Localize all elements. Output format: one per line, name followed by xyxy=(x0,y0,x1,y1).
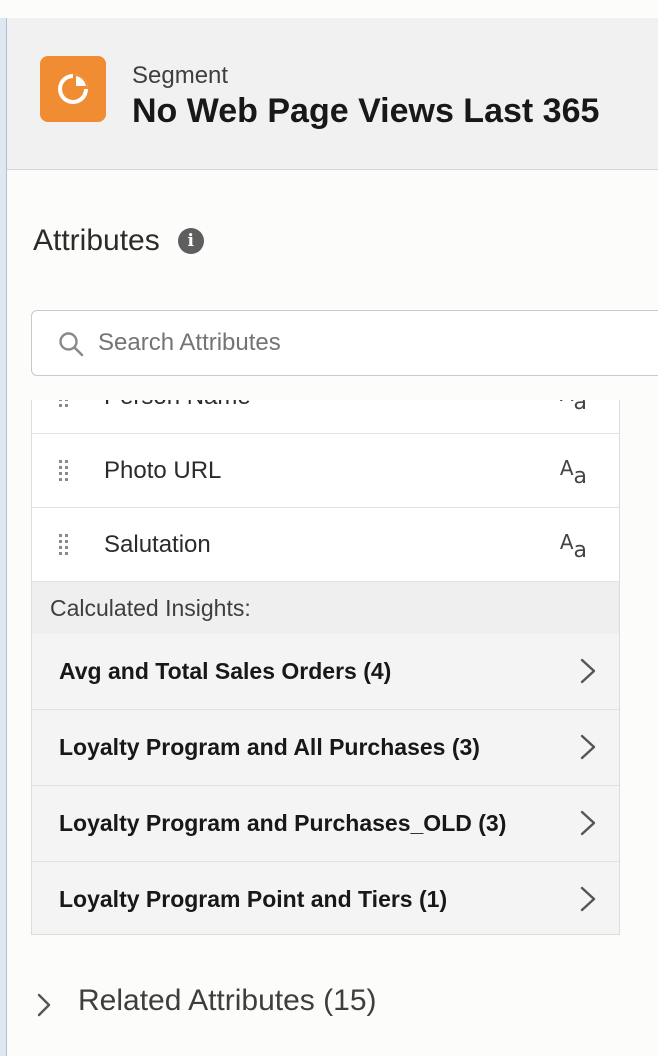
search-icon xyxy=(59,332,84,357)
calculated-insights-label: Calculated Insights: xyxy=(32,582,619,634)
left-border-line xyxy=(6,18,7,1056)
attribute-label: Photo URL xyxy=(104,457,222,484)
search-attributes-box xyxy=(31,310,658,376)
calculated-insight-avg-total-sales[interactable]: Avg and Total Sales Orders (4) xyxy=(32,634,619,710)
attribute-label: Person Name xyxy=(104,400,251,411)
attributes-heading: Attributes i xyxy=(33,224,204,258)
attributes-heading-label: Attributes xyxy=(33,224,160,257)
chevron-right-icon xyxy=(37,993,51,1017)
attributes-list: Person Name Aa Photo URL Aa xyxy=(31,400,620,935)
attribute-row-person-name[interactable]: Person Name Aa xyxy=(32,400,619,434)
chevron-right-icon[interactable] xyxy=(579,885,597,913)
chevron-right-icon[interactable] xyxy=(579,733,597,761)
segment-header: Segment No Web Page Views Last 365 xyxy=(7,18,658,170)
search-attributes-input[interactable] xyxy=(98,311,658,375)
attribute-row-salutation[interactable]: Salutation Aa xyxy=(32,508,619,582)
text-type-icon: Aa xyxy=(559,530,587,563)
calculated-insight-label: Avg and Total Sales Orders (4) xyxy=(59,658,392,684)
attribute-row-photo-url[interactable]: Photo URL Aa xyxy=(32,434,619,508)
drag-handle-icon[interactable] xyxy=(58,459,70,483)
segment-title: No Web Page Views Last 365 xyxy=(132,92,600,130)
segment-builder-panel: Segment No Web Page Views Last 365 Attri… xyxy=(0,0,658,1056)
header-kicker: Segment xyxy=(132,62,229,89)
calculated-insight-label: Loyalty Program Point and Tiers (1) xyxy=(59,886,448,912)
calculated-insight-label: Loyalty Program and All Purchases (3) xyxy=(59,734,480,760)
chevron-right-icon[interactable] xyxy=(579,657,597,685)
calculated-insight-loyalty-purchases-old[interactable]: Loyalty Program and Purchases_OLD (3) xyxy=(32,786,619,862)
text-type-icon: Aa xyxy=(559,456,587,489)
attribute-label: Salutation xyxy=(104,531,211,558)
text-type-icon: Aa xyxy=(560,400,587,415)
drag-handle-icon[interactable] xyxy=(58,400,70,409)
related-attributes-toggle[interactable]: Related Attributes (15) xyxy=(36,984,377,1018)
drag-handle-icon[interactable] xyxy=(58,533,70,557)
calculated-insight-loyalty-point-tiers[interactable]: Loyalty Program Point and Tiers (1) xyxy=(32,862,619,934)
calculated-insight-loyalty-all-purchases[interactable]: Loyalty Program and All Purchases (3) xyxy=(32,710,619,786)
info-icon[interactable]: i xyxy=(177,228,204,254)
calculated-insight-label: Loyalty Program and Purchases_OLD (3) xyxy=(59,810,507,836)
related-attributes-label: Related Attributes (15) xyxy=(78,984,377,1017)
segment-pie-icon xyxy=(40,56,106,122)
chevron-right-icon[interactable] xyxy=(579,809,597,837)
